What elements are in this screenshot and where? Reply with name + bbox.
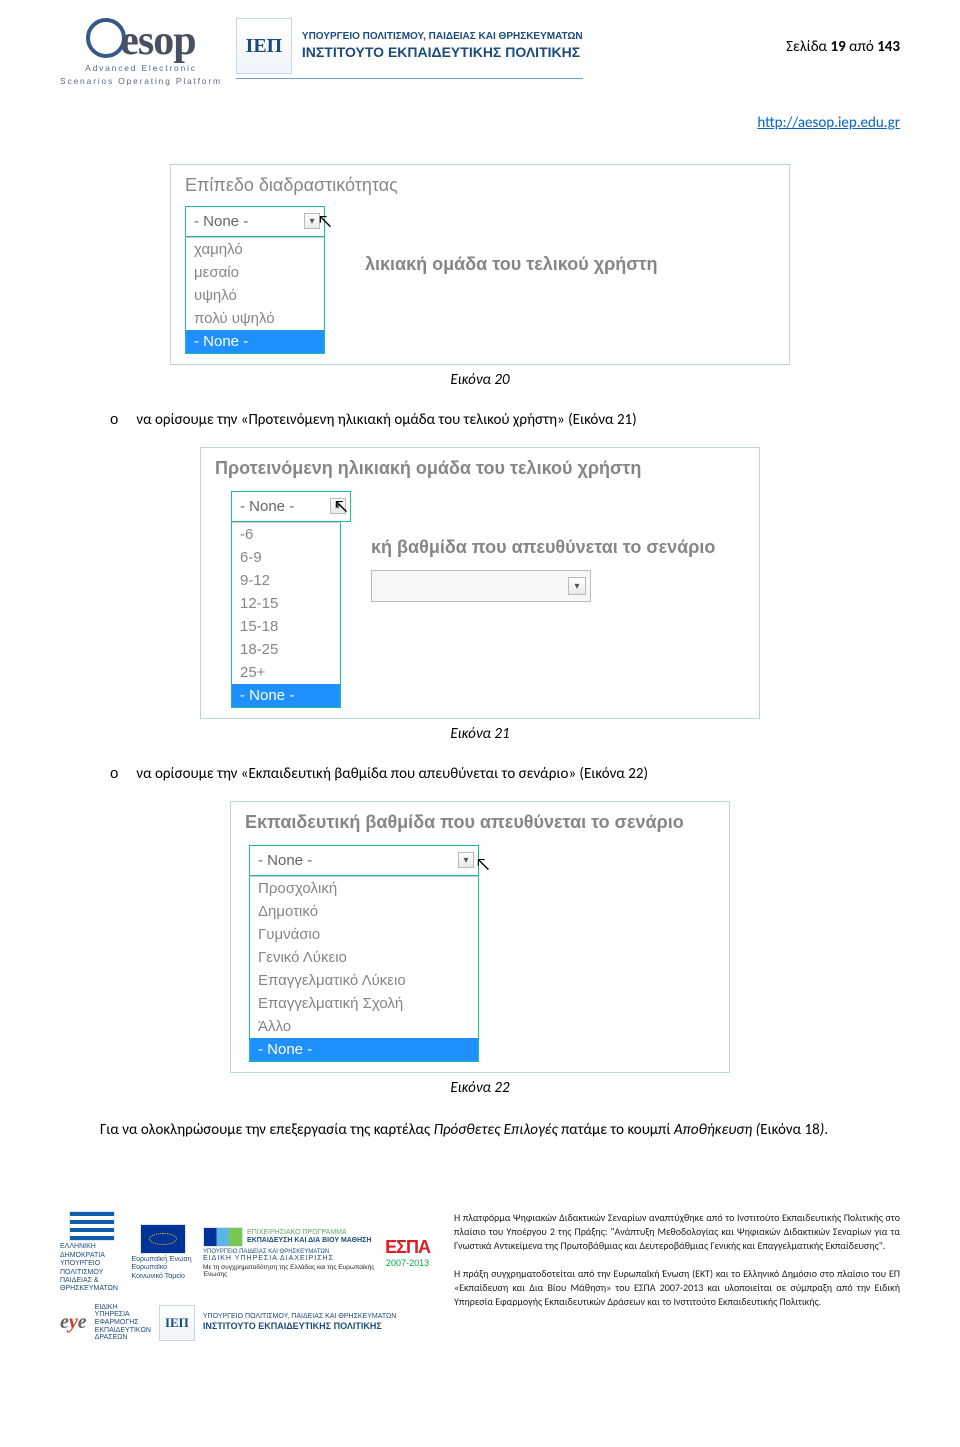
closing-paragraph: Για να ολοκληρώσουμε την επεξεργασία της… <box>100 1119 860 1142</box>
eu-flag-icon <box>140 1224 186 1254</box>
page-number: Σελίδα 19 από 143 <box>786 18 900 56</box>
bullet-item-age-group: o να ορίσουμε την «Προτεινόμενη ηλικιακή… <box>110 411 860 429</box>
figure-21-caption: Εικόνα 21 <box>100 725 860 743</box>
list-item[interactable]: Γενικό Λύκειο <box>250 946 478 969</box>
footer-logos: ΕΛΛΗΝΙΚΗ ΔΗΜΟΚΡΑΤΙΑ ΥΠΟΥΡΓΕΙΟ ΠΟΛΙΤΙΣΜΟΥ… <box>60 1211 430 1342</box>
list-item[interactable]: μεσαίο <box>186 261 324 284</box>
list-item[interactable]: υψηλό <box>186 284 324 307</box>
interactivity-level-options[interactable]: χαμηλό μεσαίο υψηλό πολύ υψηλό - None - <box>185 237 325 354</box>
aesop-subtitle-1: Advanced Electronic <box>85 63 197 74</box>
list-item[interactable]: - None - <box>232 684 340 707</box>
footer-text: Η πλατφόρμα Ψηφιακών Διδακτικών Σεναρίων… <box>454 1211 900 1323</box>
list-item[interactable]: Επαγγελματικό Λύκειο <box>250 969 478 992</box>
chevron-down-icon[interactable]: ▾ <box>458 852 474 868</box>
figure-21-screenshot: Προτεινόμενη ηλικιακή ομάδα του τελικού … <box>200 447 760 719</box>
age-group-partial-label: λικιακή ομάδα του τελικού χρήστη <box>365 254 658 275</box>
book-icon <box>203 1227 243 1247</box>
institute-line: ΙΝΣΤΙΤΟΥΤΟ ΕΚΠΑΙΔΕΥΤΙΚΗΣ ΠΟΛΙΤΙΚΗΣ <box>302 43 583 62</box>
age-group-options[interactable]: -6 6-9 9-12 12-15 15-18 18-25 25+ - None… <box>231 522 341 708</box>
iep-header-block: ΙΕΠ ΥΠΟΥΡΓΕΙΟ ΠΟΛΙΤΙΣΜΟΥ, ΠΑΙΔΕΙΑΣ ΚΑΙ Θ… <box>236 18 583 79</box>
list-item[interactable]: Δημοτικό <box>250 900 478 923</box>
bullet-item-education-level: o να ορίσουμε την «Εκπαιδευτική βαθμίδα … <box>110 765 860 783</box>
list-item[interactable]: - None - <box>250 1038 478 1061</box>
greek-flag-icon <box>69 1211 115 1241</box>
figure-22-screenshot: Εκπαιδευτική βαθμίδα που απευθύνεται το … <box>230 801 730 1073</box>
list-item[interactable]: Άλλο <box>250 1015 478 1038</box>
list-item[interactable]: - None - <box>186 330 324 353</box>
list-item[interactable]: Προσχολική <box>250 877 478 900</box>
iep-badge-icon: ΙΕΠ <box>236 18 292 74</box>
chevron-down-icon[interactable]: ▾ <box>304 213 320 229</box>
list-item[interactable]: -6 <box>232 523 340 546</box>
education-level-dropdown[interactable]: - None -▾ <box>249 845 479 876</box>
education-level-heading: Εκπαιδευτική βαθμίδα που απευθύνεται το … <box>245 812 715 833</box>
list-item[interactable]: 18-25 <box>232 638 340 661</box>
age-group-dropdown[interactable]: - None -▾ <box>231 491 351 522</box>
ministry-line: ΥΠΟΥΡΓΕΙΟ ΠΟΛΙΤΙΣΜΟΥ, ΠΑΙΔΕΙΑΣ ΚΑΙ ΘΡΗΣΚ… <box>302 30 583 44</box>
espa-logo: ΕΣΠΑ <box>385 1237 430 1258</box>
list-item[interactable]: 15-18 <box>232 615 340 638</box>
education-level-dropdown-collapsed[interactable]: ▾ <box>371 570 591 602</box>
age-group-heading: Προτεινόμενη ηλικιακή ομάδα του τελικού … <box>215 458 745 479</box>
list-item[interactable]: 6-9 <box>232 546 340 569</box>
aesop-logo: esop Advanced Electronic Scenarios Opera… <box>60 18 222 87</box>
eye-logo: eye <box>60 1311 87 1334</box>
list-item[interactable]: πολύ υψηλό <box>186 307 324 330</box>
list-item[interactable]: 12-15 <box>232 592 340 615</box>
chevron-down-icon[interactable]: ▾ <box>568 577 586 595</box>
education-level-partial-label: κή βαθμίδα που απευθύνεται το σενάριο <box>371 537 715 558</box>
list-item[interactable]: Γυμνάσιο <box>250 923 478 946</box>
chevron-down-icon[interactable]: ▾ <box>330 498 346 514</box>
list-item[interactable]: Επαγγελματική Σχολή <box>250 992 478 1015</box>
interactivity-level-heading: Επίπεδο διαδραστικότητας <box>185 175 775 196</box>
aesop-url-link[interactable]: http://aesop.iep.edu.gr <box>757 114 900 132</box>
interactivity-level-dropdown[interactable]: - None -▾ <box>185 206 325 237</box>
figure-20-caption: Εικόνα 20 <box>100 371 860 389</box>
figure-22-caption: Εικόνα 22 <box>100 1079 860 1097</box>
figure-20-screenshot: Επίπεδο διαδραστικότητας - None -▾ ↖ χαμ… <box>170 164 790 365</box>
list-item[interactable]: 25+ <box>232 661 340 684</box>
list-item[interactable]: χαμηλό <box>186 238 324 261</box>
education-level-options[interactable]: Προσχολική Δημοτικό Γυμνάσιο Γενικό Λύκε… <box>249 876 479 1062</box>
iep-badge-icon: ΙΕΠ <box>159 1305 195 1341</box>
aesop-subtitle-2: Scenarios Operating Platform <box>60 76 222 87</box>
list-item[interactable]: 9-12 <box>232 569 340 592</box>
